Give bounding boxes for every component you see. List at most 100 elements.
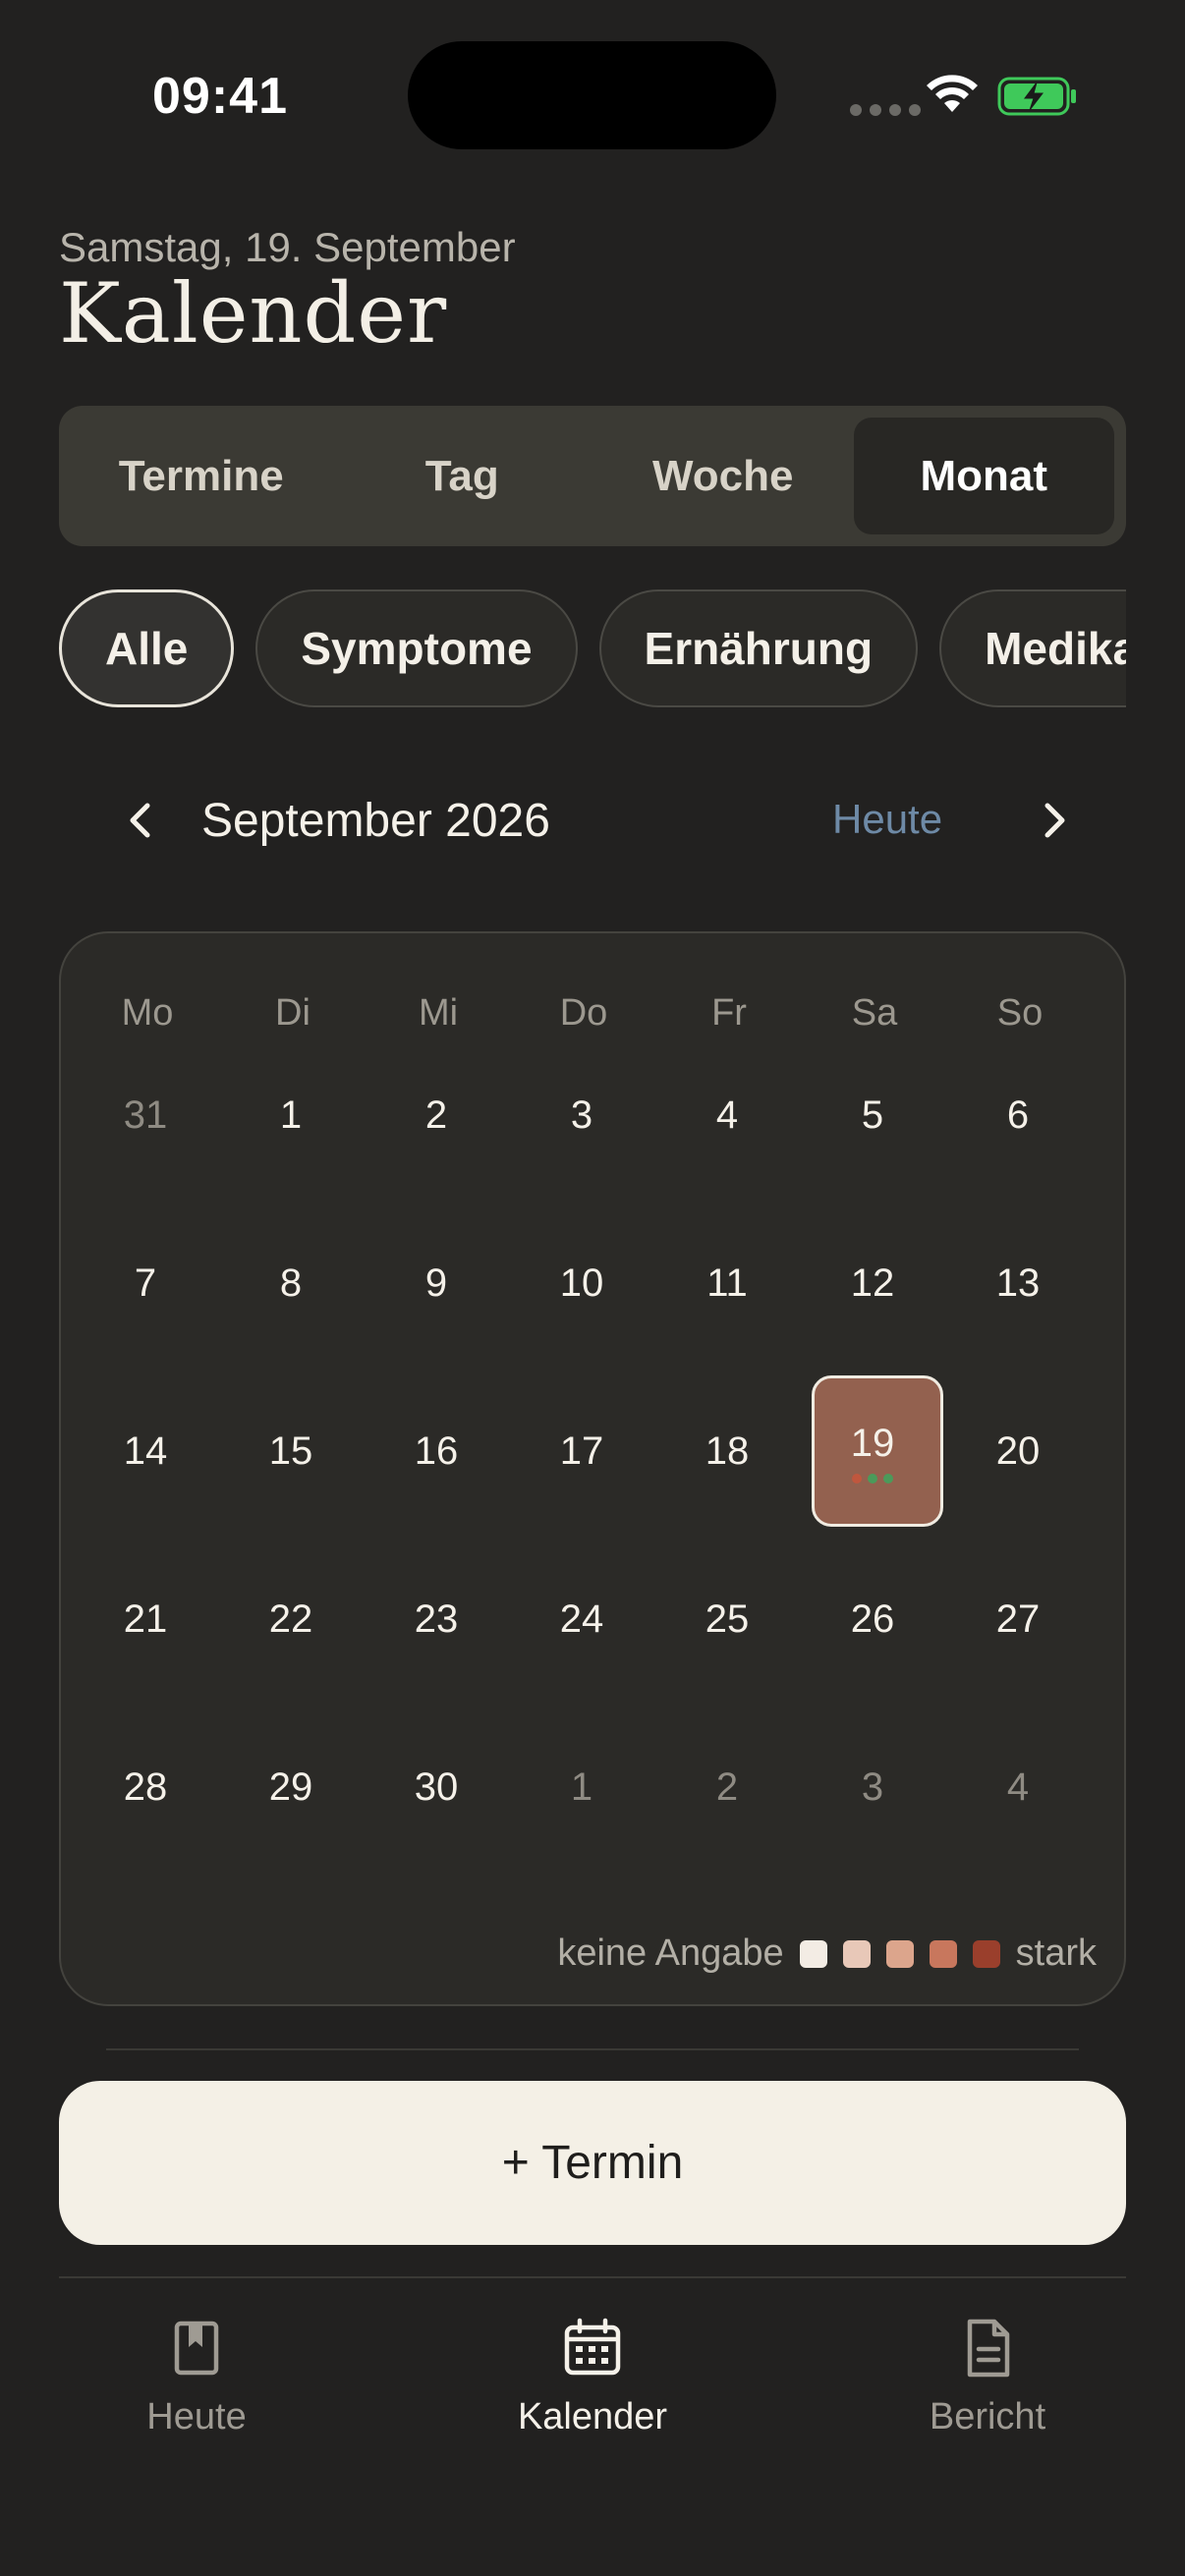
tab-woche[interactable]: Woche: [592, 418, 854, 534]
status-time: 09:41: [152, 68, 288, 125]
legend-swatch: [885, 1939, 914, 1968]
calendar-day-selected[interactable]: 19: [800, 1368, 945, 1536]
calendar-day[interactable]: 1: [509, 1704, 654, 1872]
day-number: 16: [414, 1429, 459, 1473]
calendar-day[interactable]: 2: [654, 1704, 800, 1872]
tab-tag[interactable]: Tag: [332, 418, 593, 534]
weekday-label: Di: [275, 992, 310, 1034]
calendar-day[interactable]: 31: [73, 1032, 218, 1200]
weekday-label: Do: [559, 992, 608, 1034]
calendar-day[interactable]: 4: [654, 1032, 800, 1200]
calendar-day[interactable]: 2: [364, 1032, 509, 1200]
month-calendar: Mo Di Mi Do Fr Sa So 31 1 2 3 4 5 6 7 8 9 10 11 12 13…: [59, 931, 1126, 2006]
calendar-day[interactable]: 6: [945, 1032, 1091, 1200]
document-icon: [967, 2319, 1010, 2378]
current-date: Samstag, 19. September: [59, 224, 516, 270]
filter-chip-medikamente[interactable]: Medika: [939, 589, 1126, 707]
day-number: 2: [424, 1093, 448, 1137]
calendar-day[interactable]: 30: [364, 1704, 509, 1872]
bottom-tab-bar: Heute Kalender Bericht: [0, 2279, 1185, 2576]
calendar-icon: [564, 2318, 621, 2376]
calendar-day[interactable]: 20: [945, 1368, 1091, 1536]
day-number: 4: [715, 1093, 739, 1137]
month-navigation: September 2026 Heute: [59, 766, 1126, 874]
calendar-day[interactable]: 10: [509, 1200, 654, 1368]
calendar-day[interactable]: 3: [800, 1704, 945, 1872]
entry-indicator-dots: [852, 1474, 893, 1484]
view-segmented-control: Termine Tag Woche Monat: [59, 406, 1126, 546]
calendar-day[interactable]: 17: [509, 1368, 654, 1536]
dynamic-island: [408, 41, 776, 149]
page-title: Kalender: [59, 265, 448, 362]
calendar-day[interactable]: 29: [218, 1704, 364, 1872]
tabbar-label: Bericht: [929, 2396, 1046, 2437]
legend-swatch: [799, 1939, 827, 1968]
tabbar-item-bericht[interactable]: Bericht: [860, 2314, 1115, 2438]
filter-chip-ernaehrung[interactable]: Ernährung: [598, 589, 919, 707]
day-number: 18: [705, 1429, 750, 1473]
legend-swatch: [972, 1939, 1000, 1968]
calendar-day[interactable]: 25: [654, 1536, 800, 1704]
legend-low-label: keine Angabe: [557, 1932, 784, 1974]
calendar-day[interactable]: 24: [509, 1536, 654, 1704]
chevron-left-icon[interactable]: [108, 788, 173, 853]
divider: [59, 2276, 1126, 2278]
chevron-right-icon[interactable]: [1022, 788, 1087, 853]
weekday-label: Mi: [418, 992, 459, 1034]
legend-swatch: [842, 1939, 871, 1968]
day-number: 3: [570, 1093, 593, 1137]
calendar-day[interactable]: 11: [654, 1200, 800, 1368]
calendar-day[interactable]: 4: [945, 1704, 1091, 1872]
calendar-day[interactable]: 23: [364, 1536, 509, 1704]
day-number: 4: [1006, 1765, 1030, 1809]
wifi-icon: [927, 75, 978, 112]
intensity-legend: keine Angabe stark: [557, 1932, 1097, 1975]
day-number: 25: [705, 1597, 750, 1641]
month-label: September 2026: [201, 795, 550, 847]
calendar-day[interactable]: 15: [218, 1368, 364, 1536]
calendar-day[interactable]: 8: [218, 1200, 364, 1368]
legend-high-label: stark: [1015, 1932, 1097, 1974]
calendar-day[interactable]: 13: [945, 1200, 1091, 1368]
day-grid: 31 1 2 3 4 5 6 7 8 9 10 11 12 13 14 15 16 17 18 19 20 21 22 23 2…: [73, 1032, 1091, 1872]
day-number: 9: [424, 1261, 448, 1305]
calendar-day[interactable]: 28: [73, 1704, 218, 1872]
weekday-label: Sa: [851, 992, 898, 1034]
day-number: 19: [850, 1422, 895, 1465]
calendar-day[interactable]: 7: [73, 1200, 218, 1368]
battery-charging-icon: [997, 77, 1076, 116]
day-number: 13: [995, 1261, 1041, 1305]
calendar-day[interactable]: 5: [800, 1032, 945, 1200]
calendar-day[interactable]: 3: [509, 1032, 654, 1200]
day-number: 10: [559, 1261, 604, 1305]
day-number: 2: [715, 1765, 739, 1809]
tabbar-item-kalender[interactable]: Kalender: [465, 2314, 720, 2438]
calendar-day[interactable]: 16: [364, 1368, 509, 1536]
weekday-label: Mo: [121, 992, 174, 1034]
day-number: 5: [861, 1093, 884, 1137]
calendar-day[interactable]: 27: [945, 1536, 1091, 1704]
calendar-day[interactable]: 21: [73, 1536, 218, 1704]
add-appointment-button[interactable]: + Termin: [59, 2081, 1126, 2245]
calendar-day[interactable]: 12: [800, 1200, 945, 1368]
day-number: 23: [414, 1597, 459, 1641]
tabbar-item-heute[interactable]: Heute: [69, 2314, 324, 2438]
calendar-day[interactable]: 1: [218, 1032, 364, 1200]
tabbar-label: Heute: [146, 2396, 247, 2437]
tabbar-label: Kalender: [517, 2396, 668, 2437]
filter-chip-alle[interactable]: Alle: [59, 589, 235, 707]
today-button[interactable]: Heute: [832, 796, 942, 843]
day-number: 1: [279, 1093, 303, 1137]
day-number: 6: [1006, 1093, 1030, 1137]
entry-dot: [852, 1474, 862, 1484]
calendar-day[interactable]: 22: [218, 1536, 364, 1704]
calendar-day[interactable]: 9: [364, 1200, 509, 1368]
calendar-day[interactable]: 18: [654, 1368, 800, 1536]
tab-termine[interactable]: Termine: [71, 418, 332, 534]
filter-chip-symptome[interactable]: Symptome: [255, 589, 578, 707]
day-number: 26: [850, 1597, 895, 1641]
tab-monat[interactable]: Monat: [853, 418, 1114, 534]
day-number: 15: [268, 1429, 313, 1473]
calendar-day[interactable]: 14: [73, 1368, 218, 1536]
calendar-day[interactable]: 26: [800, 1536, 945, 1704]
